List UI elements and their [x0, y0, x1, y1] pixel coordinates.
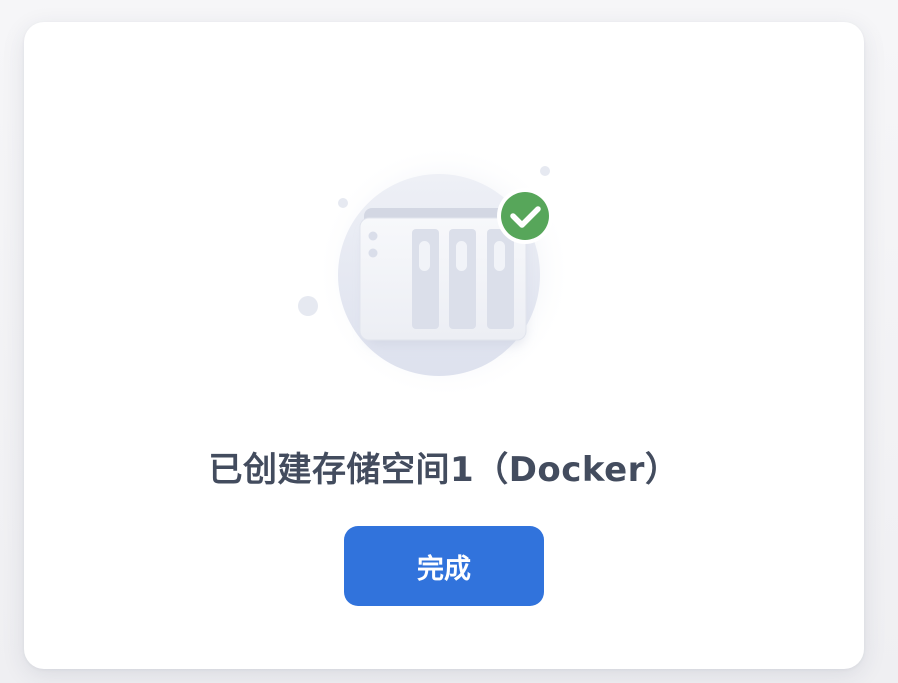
decor-dot-icon — [540, 166, 550, 176]
decor-dot-icon — [298, 296, 318, 316]
decor-dot-icon — [338, 198, 348, 208]
success-dialog: 已创建存储空间1（Docker） 完成 — [24, 22, 864, 669]
done-button[interactable]: 完成 — [344, 526, 544, 606]
storage-created-illustration — [294, 132, 594, 412]
check-circle-icon — [497, 188, 553, 244]
dialog-title: 已创建存储空间1（Docker） — [208, 450, 680, 490]
